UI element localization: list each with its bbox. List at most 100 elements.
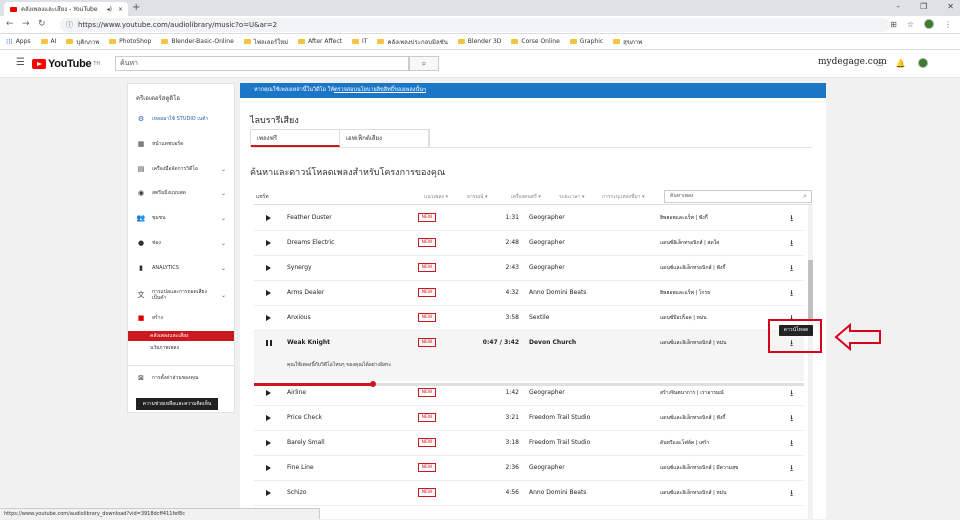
progress-knob[interactable] bbox=[369, 381, 376, 387]
track-artist[interactable]: Anno Domini Beats bbox=[529, 289, 586, 296]
track-artist[interactable]: Geographer bbox=[529, 264, 565, 271]
bookmark-folder[interactable]: บุคิกภาพ bbox=[66, 37, 99, 47]
track-row[interactable]: Fine Line NEW 2:36 Geographer แดนซ์และอิเล็ก… bbox=[254, 456, 804, 481]
filter-tab-label[interactable]: แชร์ท bbox=[256, 193, 269, 201]
maximize-icon[interactable]: ❐ bbox=[920, 2, 927, 11]
close-tab-icon[interactable]: × bbox=[118, 6, 123, 13]
sidebar-item-dashboard[interactable]: ▦ หน้าแดชบอร์ด bbox=[128, 137, 234, 151]
profile-avatar[interactable] bbox=[924, 19, 934, 29]
sidebar-item-settings[interactable]: ⊠ การตั้งค่าส่วนของคุณ bbox=[128, 371, 234, 385]
sidebar-item-studio-beta[interactable]: ⚙ เหลอมาใช้ STUDIO เบต้า bbox=[128, 112, 234, 126]
close-window-icon[interactable]: ✕ bbox=[947, 2, 954, 11]
search-input[interactable]: ค้นหา bbox=[115, 56, 409, 71]
play-icon[interactable] bbox=[266, 440, 271, 446]
filter-attribution[interactable]: การระบุแหล่งที่มา ▾ bbox=[602, 193, 645, 201]
play-icon[interactable] bbox=[266, 490, 271, 496]
filter-instrument[interactable]: เครื่องดนตรี ▾ bbox=[511, 193, 541, 201]
track-row[interactable]: Arms Dealer NEW 4:32 Anno Domini Beats ฮิพฮอ… bbox=[254, 281, 804, 306]
track-artist[interactable]: Devon Church bbox=[529, 339, 576, 346]
track-row[interactable]: Barely Small NEW 3:18 Freedom Trail Studio ด… bbox=[254, 431, 804, 456]
bookmark-folder[interactable]: Corse Online bbox=[511, 38, 560, 45]
account-avatar[interactable] bbox=[917, 58, 928, 68]
scrollbar[interactable] bbox=[808, 205, 813, 519]
new-tab-icon[interactable]: + bbox=[132, 2, 140, 13]
bookmark-folder[interactable]: Graphic bbox=[569, 38, 603, 45]
play-icon[interactable] bbox=[266, 265, 271, 271]
download-icon[interactable]: ⭳ bbox=[790, 436, 793, 452]
translate-icon[interactable]: ⊞ bbox=[890, 20, 897, 29]
track-artist[interactable]: Sextile bbox=[529, 314, 549, 321]
info-icon[interactable]: ⓘ bbox=[66, 18, 73, 32]
create-video-icon[interactable]: ▭ bbox=[876, 59, 884, 68]
browser-tab[interactable]: คลังเพลงและเสียง - YouTube ◂) × bbox=[4, 2, 128, 16]
track-row[interactable]: Schizo NEW 4:56 Anno Domini Beats แดนซ์และอิ… bbox=[254, 481, 804, 506]
reload-icon[interactable]: ↻ bbox=[38, 19, 46, 29]
track-artist[interactable]: Freedom Trail Studio bbox=[529, 439, 590, 446]
minimize-icon[interactable]: – bbox=[896, 2, 900, 11]
download-icon[interactable]: ⭳ bbox=[790, 211, 793, 227]
bookmark-folder[interactable]: After Affect bbox=[298, 38, 342, 45]
forward-icon[interactable]: → bbox=[22, 19, 30, 29]
download-icon[interactable]: ⭳ bbox=[790, 236, 793, 252]
download-icon[interactable]: ⭳ bbox=[790, 486, 793, 502]
bookmark-folder[interactable]: PhotoShop bbox=[109, 38, 151, 45]
bookmark-star-icon[interactable]: ☆ bbox=[907, 20, 914, 29]
bookmark-folder[interactable]: สุขภาพ bbox=[613, 37, 642, 47]
download-icon[interactable]: ⭳ bbox=[790, 286, 793, 302]
download-icon[interactable]: ⭳ bbox=[790, 461, 793, 477]
track-search-input[interactable]: ค้นหาเพลง ⌕ bbox=[664, 190, 812, 203]
track-row[interactable]: Synergy NEW 2:43 Geographer แดนซ์และอิเล็กทร… bbox=[254, 256, 804, 281]
sidebar-item-community[interactable]: 👥 ชุมชน ⌄ bbox=[128, 211, 234, 225]
sidebar-subitem-audio-library[interactable]: คลังเพลงและเสียง bbox=[128, 331, 234, 341]
play-icon[interactable] bbox=[266, 415, 271, 421]
sidebar-item-translations[interactable]: 文 การแปลและการถอดเสียงเป็นคำ ⌄ bbox=[128, 286, 234, 304]
download-icon[interactable]: ⭳ bbox=[790, 386, 793, 402]
youtube-logo[interactable]: YouTube TH bbox=[32, 58, 100, 70]
bookmark-folder[interactable]: AI bbox=[40, 38, 56, 45]
track-row[interactable]: Anxious NEW 3:58 Sextile แดนซ์ป๊อปร็อค | หม่… bbox=[254, 306, 804, 331]
speaker-icon[interactable]: ◂) bbox=[107, 6, 112, 13]
track-artist[interactable]: Geographer bbox=[529, 389, 565, 396]
play-icon[interactable] bbox=[266, 290, 271, 296]
pause-icon[interactable] bbox=[266, 340, 272, 346]
play-icon[interactable] bbox=[266, 240, 271, 246]
bookmark-folder[interactable]: Blender-Basic-Online bbox=[161, 38, 234, 45]
filter-duration[interactable]: ระยะเวลา ▾ bbox=[559, 193, 584, 201]
play-icon[interactable] bbox=[266, 465, 271, 471]
track-artist[interactable]: Anno Domini Beats bbox=[529, 489, 586, 496]
track-artist[interactable]: Geographer bbox=[529, 464, 565, 471]
filter-genre[interactable]: แนวเพลง ▾ bbox=[424, 193, 448, 201]
sidebar-item-video-manager[interactable]: ▤ เครื่องมือจัดการวิดีโอ ⌄ bbox=[128, 162, 234, 176]
help-feedback-button[interactable]: ความช่วยเหลือและความคิดเห็น bbox=[136, 398, 218, 410]
banner-link[interactable]: ตรวจสอบนโยบายลิขสิทธิ์ของเพลงนั้นๆ bbox=[334, 87, 426, 93]
bookmark-apps[interactable]: ⁞⁞⁞ Apps bbox=[6, 38, 31, 46]
menu-dots-icon[interactable]: ⋮ bbox=[944, 20, 952, 29]
search-button[interactable]: ⌕ bbox=[409, 56, 439, 71]
download-icon[interactable]: ⭳ bbox=[790, 411, 793, 427]
sidebar-item-channel[interactable]: ● ช่อง ⌄ bbox=[128, 236, 234, 250]
sidebar-subitem-music-policies[interactable]: นวัยภาพเพลง bbox=[128, 343, 234, 353]
play-icon[interactable] bbox=[266, 390, 271, 396]
play-icon[interactable] bbox=[266, 215, 271, 221]
track-row[interactable]: Dreams Electric NEW 2:48 Geographer แดนซ์อิเ… bbox=[254, 231, 804, 256]
tab-free-music[interactable]: เพลงฟรี bbox=[251, 130, 340, 147]
sidebar-item-create[interactable]: ■ สร้าง bbox=[128, 311, 234, 325]
bookmark-folder[interactable]: คลังเพลงประกอบมิลชัน bbox=[377, 37, 448, 47]
hamburger-menu-icon[interactable]: ☰ bbox=[16, 57, 25, 68]
track-row[interactable]: Price Check NEW 3:21 Freedom Trail Studio แด… bbox=[254, 406, 804, 431]
scrollbar-thumb[interactable] bbox=[808, 260, 813, 320]
sidebar-item-analytics[interactable]: ▮ ANALYTICS ⌄ bbox=[128, 261, 234, 275]
track-row[interactable]: Feather Duster NEW 1:31 Geographer ฮิพฮอพและ… bbox=[254, 206, 804, 231]
tab-sound-effects[interactable]: เอฟเฟ็กต์เสียง bbox=[340, 130, 429, 147]
track-row[interactable]: Weak Knight NEW 0:47 / 3:42 Devon Church แดน… bbox=[254, 331, 804, 381]
sidebar-item-live[interactable]: ◉ สตรีมมิ่งแบบสด ⌄ bbox=[128, 186, 234, 200]
track-artist[interactable]: Geographer bbox=[529, 239, 565, 246]
play-icon[interactable] bbox=[266, 315, 271, 321]
filter-mood[interactable]: อารมณ์ ▾ bbox=[467, 193, 488, 201]
track-artist[interactable]: Geographer bbox=[529, 214, 565, 221]
playback-progress-bar[interactable] bbox=[254, 381, 804, 387]
download-icon[interactable]: ⭳ bbox=[790, 261, 793, 277]
back-icon[interactable]: ← bbox=[6, 19, 14, 29]
url-field[interactable]: ⓘ https://www.youtube.com/audiolibrary/m… bbox=[60, 18, 890, 32]
track-artist[interactable]: Freedom Trail Studio bbox=[529, 414, 590, 421]
